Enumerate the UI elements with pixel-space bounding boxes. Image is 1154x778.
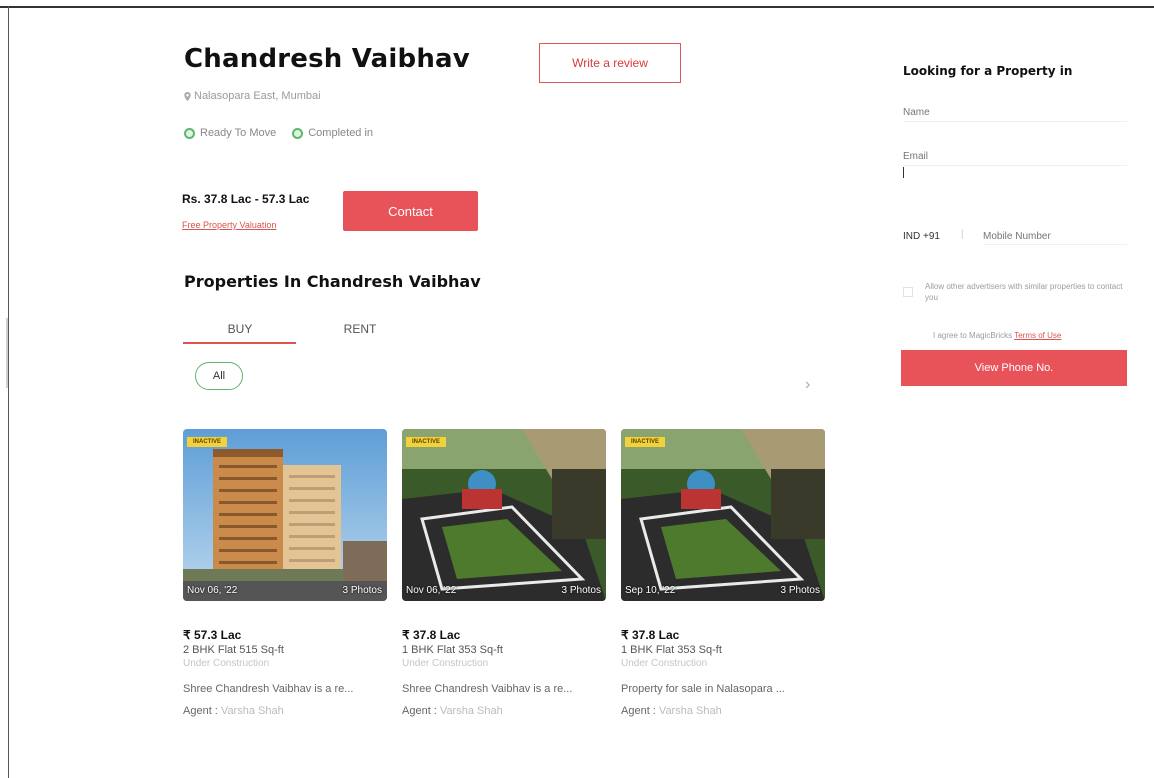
status-completed: Completed in <box>292 127 373 139</box>
check-circle-icon <box>184 127 195 139</box>
listing-price: ₹ 37.8 Lac <box>402 628 461 642</box>
listing-config: 2 BHK Flat 515 Sq-ft <box>183 644 284 656</box>
listing-status: Under Construction <box>183 658 270 669</box>
listing-image[interactable]: INACTIVE Nov 06, '22 3 Photos <box>183 429 387 601</box>
agent-name[interactable]: Varsha Shah <box>440 705 503 717</box>
terms-prefix: I agree to MagicBricks <box>933 331 1013 340</box>
scrollbar[interactable] <box>6 318 8 388</box>
agent-label: Agent : <box>402 705 437 717</box>
listing-agent: Agent : Varsha Shah <box>183 705 387 717</box>
contact-button[interactable]: Contact <box>343 191 478 231</box>
status-row: Ready To Move Completed in <box>184 127 373 139</box>
listing-description: Property for sale in Nalasopara ... <box>621 683 785 695</box>
listing-card[interactable]: INACTIVE Nov 06, '22 3 Photos ₹ 57.3 Lac… <box>183 429 387 717</box>
podium-photo <box>621 429 825 601</box>
phone-separator: | <box>961 229 964 240</box>
view-phone-button[interactable]: View Phone No. <box>901 350 1127 386</box>
email-field[interactable] <box>903 148 1127 166</box>
agent-name[interactable]: Varsha Shah <box>659 705 722 717</box>
listing-config: 1 BHK Flat 353 Sq-ft <box>621 644 722 656</box>
photo-count[interactable]: 3 Photos <box>781 585 820 596</box>
listing-date: Nov 06, '22 <box>187 585 238 596</box>
listing-agent: Agent : Varsha Shah <box>621 705 825 717</box>
inactive-badge: INACTIVE <box>187 437 228 447</box>
photo-count[interactable]: 3 Photos <box>343 585 382 596</box>
active-tab-indicator <box>183 342 296 344</box>
listing-description: Shree Chandresh Vaibhav is a re... <box>183 683 354 695</box>
listing-price: ₹ 57.3 Lac <box>183 628 242 642</box>
location-text: Nalasopara East, Mumbai <box>194 90 321 102</box>
check-circle-icon <box>292 127 304 139</box>
listing-image[interactable]: INACTIVE Nov 06, '22 3 Photos <box>402 429 606 601</box>
terms-of-use-link[interactable]: Terms of Use <box>1014 331 1061 340</box>
consent-text: Allow other advertisers with similar pro… <box>925 282 1123 302</box>
building-photo <box>183 429 387 601</box>
country-code-select[interactable]: IND +91 <box>903 231 940 242</box>
consent-row: Allow other advertisers with similar pro… <box>903 281 1127 303</box>
text-cursor <box>903 167 904 178</box>
terms-row: I agree to MagicBricks Terms of Use <box>933 331 1061 340</box>
location-pin-icon <box>184 91 191 101</box>
inactive-badge: INACTIVE <box>625 437 666 447</box>
mobile-number-field[interactable] <box>983 229 1127 245</box>
name-field[interactable] <box>903 104 1127 122</box>
listing-date: Nov 06, '22 <box>406 585 457 596</box>
consent-checkbox[interactable] <box>903 287 913 297</box>
agent-label: Agent : <box>183 705 218 717</box>
tab-rent[interactable]: RENT <box>310 322 410 336</box>
filter-all-pill[interactable]: All <box>195 362 243 390</box>
price-range: Rs. 37.8 Lac - 57.3 Lac <box>182 192 310 206</box>
listing-card[interactable]: INACTIVE Sep 10, '22 3 Photos ₹ 37.8 Lac… <box>621 429 825 717</box>
top-border <box>0 6 1154 8</box>
properties-section-title: Properties In Chandresh Vaibhav <box>184 272 481 291</box>
listing-agent: Agent : Varsha Shah <box>402 705 606 717</box>
status-ready: Ready To Move <box>184 127 276 139</box>
project-title: Chandresh Vaibhav <box>184 44 470 74</box>
agent-name[interactable]: Varsha Shah <box>221 705 284 717</box>
project-location: Nalasopara East, Mumbai <box>184 90 321 102</box>
enquiry-form-title: Looking for a Property in <box>903 64 1073 78</box>
inactive-badge: INACTIVE <box>406 437 447 447</box>
listing-card[interactable]: INACTIVE Nov 06, '22 3 Photos ₹ 37.8 Lac… <box>402 429 606 717</box>
listing-status: Under Construction <box>402 658 489 669</box>
status-ready-label: Ready To Move <box>200 127 277 139</box>
podium-photo <box>402 429 606 601</box>
listing-status: Under Construction <box>621 658 708 669</box>
listing-image[interactable]: INACTIVE Sep 10, '22 3 Photos <box>621 429 825 601</box>
write-review-button[interactable]: Write a review <box>539 43 681 83</box>
status-completed-label: Completed in <box>308 127 374 139</box>
listing-date: Sep 10, '22 <box>625 585 676 596</box>
chevron-right-icon[interactable]: › <box>805 376 810 394</box>
photo-count[interactable]: 3 Photos <box>562 585 601 596</box>
listing-description: Shree Chandresh Vaibhav is a re... <box>402 683 573 695</box>
tab-buy[interactable]: BUY <box>184 322 296 336</box>
listing-config: 1 BHK Flat 353 Sq-ft <box>402 644 503 656</box>
valuation-link[interactable]: Free Property Valuation <box>182 220 276 230</box>
listing-price: ₹ 37.8 Lac <box>621 628 680 642</box>
left-border <box>8 6 9 778</box>
agent-label: Agent : <box>621 705 656 717</box>
